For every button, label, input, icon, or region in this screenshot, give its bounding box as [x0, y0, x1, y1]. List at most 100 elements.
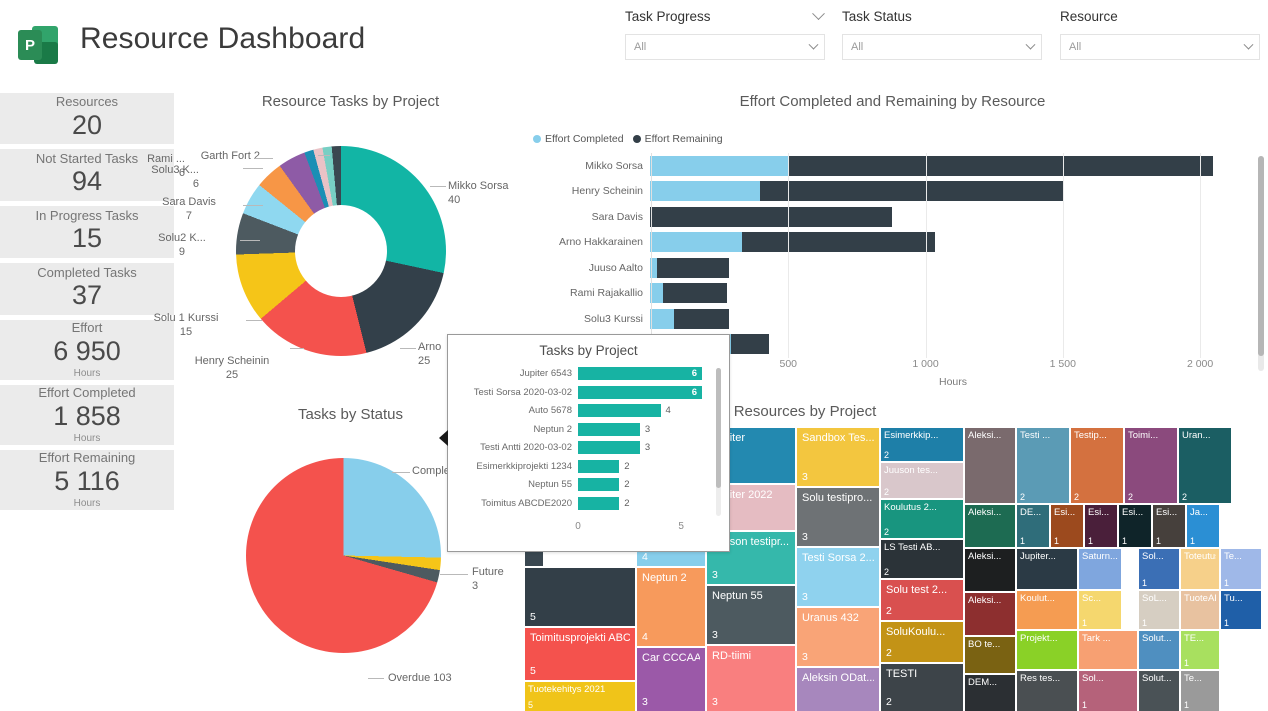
- treemap-tile[interactable]: Esi... 1: [1119, 505, 1151, 547]
- tooltip-bar-row[interactable]: Esimerkkiprojekti 1234 2: [454, 459, 716, 474]
- bar-segment[interactable]: [663, 283, 727, 304]
- bar-chart-row[interactable]: Solu3 Kurssi: [533, 306, 1255, 332]
- treemap-tile[interactable]: Sandbox Tes... 3: [797, 428, 879, 486]
- treemap-tile[interactable]: DE... 1: [1017, 505, 1049, 547]
- treemap-tile[interactable]: SoL... 1: [1139, 591, 1179, 629]
- treemap-tile[interactable]: LS Testi AB... 2: [881, 540, 963, 578]
- treemap-tile[interactable]: Solu test 2... 2: [881, 580, 963, 620]
- tooltip-scrollbar[interactable]: [716, 368, 721, 516]
- treemap-tile[interactable]: Solut...: [1139, 671, 1179, 711]
- treemap-tile[interactable]: 5: [525, 568, 635, 626]
- bar-segment[interactable]: [760, 181, 1063, 202]
- treemap-tile[interactable]: TE... 1: [1181, 631, 1219, 669]
- treemap-tile[interactable]: Testip... 2: [1071, 428, 1123, 503]
- treemap-tile[interactable]: Neptun 55 3: [707, 586, 795, 644]
- bar-segment[interactable]: [656, 257, 730, 278]
- treemap-tile[interactable]: TuoteAB...: [1181, 591, 1219, 629]
- treemap-tile[interactable]: Aleksi...: [965, 593, 1015, 635]
- bar-segment[interactable]: [674, 308, 730, 329]
- treemap-tile[interactable]: Solu testipro... 3: [797, 488, 879, 546]
- tooltip-bar-row[interactable]: Neptun 2 3: [454, 422, 716, 437]
- treemap-tile[interactable]: Car CCCAA2 3: [637, 648, 705, 711]
- treemap-tile[interactable]: Juuson tes... 2: [881, 463, 963, 498]
- kpi-card[interactable]: Effort 6 950 Hours: [0, 320, 174, 380]
- treemap-tile[interactable]: Testi Sorsa 2... 3: [797, 548, 879, 606]
- kpi-card[interactable]: Effort Completed 1 858 Hours: [0, 385, 174, 445]
- tooltip-bar[interactable]: [578, 385, 702, 399]
- treemap-tile[interactable]: Tuotekehitys 2021 5: [525, 682, 635, 711]
- treemap-tile[interactable]: Tu... 1: [1221, 591, 1261, 629]
- bar-segment[interactable]: [650, 181, 760, 202]
- treemap-tile[interactable]: RD-tiimi 3: [707, 646, 795, 711]
- tooltip-bar-row[interactable]: Auto 5678 4: [454, 403, 716, 418]
- treemap-tile[interactable]: Tark ...: [1079, 631, 1137, 669]
- treemap-tile[interactable]: Aleksi...: [965, 505, 1015, 547]
- treemap-tile[interactable]: Jupiter...: [1017, 549, 1077, 589]
- bar-segment[interactable]: [742, 232, 935, 253]
- treemap-tile[interactable]: Uran... 2: [1179, 428, 1231, 503]
- bar-chart-row[interactable]: Juuso Aalto: [533, 255, 1255, 281]
- tooltip-bar[interactable]: [578, 422, 640, 436]
- tooltip-bar-row[interactable]: Testi Sorsa 2020-03-02 6: [454, 385, 716, 400]
- slicer-resource-dropdown[interactable]: All: [1060, 34, 1260, 60]
- pie-chart[interactable]: [246, 458, 441, 653]
- bar-chart-row[interactable]: Arno Hakkarainen: [533, 230, 1255, 256]
- bar-segment[interactable]: [731, 334, 769, 355]
- bar-chart-scrollbar[interactable]: [1258, 156, 1264, 371]
- slicer-resource[interactable]: Resource All: [1060, 4, 1260, 60]
- tooltip-bar[interactable]: [578, 496, 620, 510]
- donut-chart[interactable]: [236, 146, 446, 356]
- treemap-tile[interactable]: Uranus 432 3: [797, 608, 879, 666]
- kpi-card[interactable]: Resources 20: [0, 93, 174, 144]
- tooltip-bar-plot[interactable]: Jupiter 6543 6 Testi Sorsa 2020-03-02 6 Auto…: [454, 366, 716, 518]
- treemap-tile[interactable]: Ja... 1: [1187, 505, 1219, 547]
- treemap-tile[interactable]: Esimerkkip... 2: [881, 428, 963, 461]
- tooltip-bar-row[interactable]: Toimitus ABCDE2020 2: [454, 496, 716, 511]
- treemap-tile[interactable]: Te... 1: [1221, 549, 1261, 589]
- slicer-task-status[interactable]: Task Status All: [842, 4, 1042, 60]
- kpi-card[interactable]: Effort Remaining 5 116 Hours: [0, 450, 174, 510]
- treemap-tile[interactable]: SoluKoulu... 2: [881, 622, 963, 662]
- tooltip-bar-row[interactable]: Neptun 55 2: [454, 477, 716, 492]
- bar-chart-plot[interactable]: Mikko Sorsa Henry Scheinin Sara Davis Arno …: [533, 153, 1255, 358]
- bar-segment[interactable]: [650, 206, 892, 227]
- bar-segment[interactable]: [650, 308, 675, 329]
- chevron-down-icon[interactable]: [812, 6, 825, 20]
- tooltip-bar[interactable]: [578, 441, 640, 454]
- treemap-tile[interactable]: Aleksi...: [965, 428, 1015, 503]
- bar-chart-legend[interactable]: Effort Completed Effort Remaining: [533, 133, 723, 145]
- tooltip-bar[interactable]: [578, 478, 620, 491]
- slicer-task-progress-dropdown[interactable]: All: [625, 34, 825, 60]
- treemap-tile[interactable]: Neptun 2 4: [637, 568, 705, 646]
- treemap-tile[interactable]: DEM...: [965, 675, 1015, 711]
- kpi-card[interactable]: Completed Tasks 37: [0, 263, 174, 315]
- treemap-tile[interactable]: Toimitusprojekti ABC... 5: [525, 628, 635, 680]
- tooltip-bar-row[interactable]: Testi Antti 2020-03-02 3: [454, 440, 716, 455]
- treemap-tile[interactable]: Sol... 1: [1139, 549, 1179, 589]
- bar-chart-row[interactable]: Mikko Sorsa: [533, 153, 1255, 179]
- treemap-tile[interactable]: BO te...: [965, 637, 1015, 673]
- treemap-tile[interactable]: Esi... 1: [1085, 505, 1117, 547]
- treemap-tile[interactable]: Solut...: [1139, 631, 1179, 669]
- treemap-tile[interactable]: TESTI 2: [881, 664, 963, 711]
- treemap-tile[interactable]: Esi... 1: [1051, 505, 1083, 547]
- treemap-tile[interactable]: Testi ... 2: [1017, 428, 1069, 503]
- treemap-tile[interactable]: Esi... 1: [1153, 505, 1185, 547]
- tasks-by-project-tooltip[interactable]: Tasks by Project Jupiter 6543 6 Testi Sors…: [439, 334, 730, 552]
- bar-chart-row[interactable]: Henry Scheinin: [533, 179, 1255, 205]
- tooltip-bar-row[interactable]: Jupiter 6543 6: [454, 366, 716, 381]
- chevron-down-icon[interactable]: [1243, 39, 1254, 50]
- tooltip-bar[interactable]: [578, 404, 661, 417]
- bar-segment[interactable]: [787, 155, 1214, 176]
- chevron-down-icon[interactable]: [1025, 39, 1036, 50]
- bar-segment[interactable]: [650, 232, 743, 253]
- treemap-tile[interactable]: Res tes...: [1017, 671, 1077, 711]
- slicer-task-status-dropdown[interactable]: All: [842, 34, 1042, 60]
- slicer-task-progress[interactable]: Task Progress All: [625, 4, 825, 60]
- tooltip-bar[interactable]: [578, 459, 620, 473]
- treemap-tile[interactable]: Sc... 1: [1079, 591, 1121, 629]
- chevron-down-icon[interactable]: [808, 39, 819, 50]
- treemap-tile[interactable]: Toimi... 2: [1125, 428, 1177, 503]
- treemap-tile[interactable]: Koulutus 2... 2: [881, 500, 963, 538]
- treemap-tile[interactable]: Aleksi...: [965, 549, 1015, 591]
